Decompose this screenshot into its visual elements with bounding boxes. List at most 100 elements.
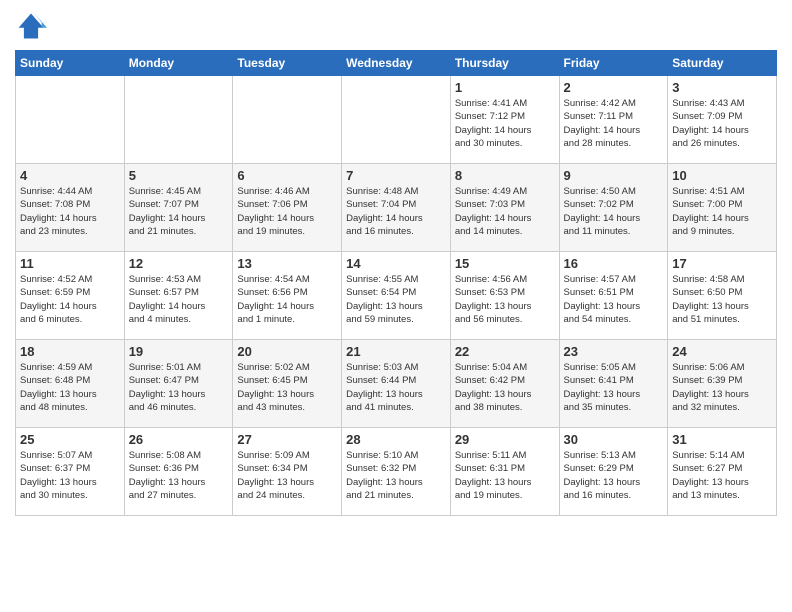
day-info: Sunrise: 4:41 AM Sunset: 7:12 PM Dayligh…: [455, 97, 555, 150]
day-number: 12: [129, 256, 229, 271]
day-info: Sunrise: 5:04 AM Sunset: 6:42 PM Dayligh…: [455, 361, 555, 414]
calendar-cell: 6 Sunrise: 4:46 AM Sunset: 7:06 PM Daylig…: [233, 164, 342, 252]
day-info: Sunrise: 5:13 AM Sunset: 6:29 PM Dayligh…: [564, 449, 664, 502]
day-info: Sunrise: 4:54 AM Sunset: 6:56 PM Dayligh…: [237, 273, 337, 326]
calendar-cell: 17 Sunrise: 4:58 AM Sunset: 6:50 PM Dayli…: [668, 252, 777, 340]
day-number: 24: [672, 344, 772, 359]
calendar-cell: 28Sunrise: 5:10 AM Sunset: 6:32 PM Dayli…: [342, 428, 451, 516]
day-info: Sunrise: 4:57 AM Sunset: 6:51 PM Dayligh…: [564, 273, 664, 326]
calendar-cell: 3 Sunrise: 4:43 AM Sunset: 7:09 PM Daylig…: [668, 76, 777, 164]
day-info: Sunrise: 4:45 AM Sunset: 7:07 PM Dayligh…: [129, 185, 229, 238]
weekday-header: Sunday: [16, 51, 125, 76]
day-info: Sunrise: 4:48 AM Sunset: 7:04 PM Dayligh…: [346, 185, 446, 238]
calendar-cell: 9 Sunrise: 4:50 AM Sunset: 7:02 PM Daylig…: [559, 164, 668, 252]
day-info: Sunrise: 4:59 AM Sunset: 6:48 PM Dayligh…: [20, 361, 120, 414]
day-info: Sunrise: 4:50 AM Sunset: 7:02 PM Dayligh…: [564, 185, 664, 238]
day-number: 29: [455, 432, 555, 447]
day-info: Sunrise: 4:46 AM Sunset: 7:06 PM Dayligh…: [237, 185, 337, 238]
calendar-cell: [233, 76, 342, 164]
logo-icon: [15, 10, 47, 42]
calendar-week-row: 25 Sunrise: 5:07 AM Sunset: 6:37 PM Dayli…: [16, 428, 777, 516]
calendar-cell: 12 Sunrise: 4:53 AM Sunset: 6:57 PM Dayli…: [124, 252, 233, 340]
calendar-table: SundayMondayTuesdayWednesdayThursdayFrid…: [15, 50, 777, 516]
calendar-cell: 20 Sunrise: 5:02 AM Sunset: 6:45 PM Dayli…: [233, 340, 342, 428]
calendar-cell: 14 Sunrise: 4:55 AM Sunset: 6:54 PM Dayli…: [342, 252, 451, 340]
weekday-header-row: SundayMondayTuesdayWednesdayThursdayFrid…: [16, 51, 777, 76]
day-info: Sunrise: 5:01 AM Sunset: 6:47 PM Dayligh…: [129, 361, 229, 414]
calendar-cell: 11Sunrise: 4:52 AM Sunset: 6:59 PM Dayli…: [16, 252, 125, 340]
day-info: Sunrise: 5:08 AM Sunset: 6:36 PM Dayligh…: [129, 449, 229, 502]
day-info: Sunrise: 4:56 AM Sunset: 6:53 PM Dayligh…: [455, 273, 555, 326]
calendar-cell: 29Sunrise: 5:11 AM Sunset: 6:31 PM Dayli…: [450, 428, 559, 516]
calendar-cell: 22Sunrise: 5:04 AM Sunset: 6:42 PM Dayli…: [450, 340, 559, 428]
calendar-cell: 4 Sunrise: 4:44 AM Sunset: 7:08 PM Daylig…: [16, 164, 125, 252]
calendar-cell: 10Sunrise: 4:51 AM Sunset: 7:00 PM Dayli…: [668, 164, 777, 252]
day-info: Sunrise: 5:06 AM Sunset: 6:39 PM Dayligh…: [672, 361, 772, 414]
day-number: 1: [455, 80, 555, 95]
day-number: 6: [237, 168, 337, 183]
day-info: Sunrise: 5:02 AM Sunset: 6:45 PM Dayligh…: [237, 361, 337, 414]
day-number: 21: [346, 344, 446, 359]
calendar-cell: [16, 76, 125, 164]
day-number: 3: [672, 80, 772, 95]
calendar-cell: 26Sunrise: 5:08 AM Sunset: 6:36 PM Dayli…: [124, 428, 233, 516]
day-info: Sunrise: 4:44 AM Sunset: 7:08 PM Dayligh…: [20, 185, 120, 238]
day-info: Sunrise: 4:42 AM Sunset: 7:11 PM Dayligh…: [564, 97, 664, 150]
calendar-cell: 27 Sunrise: 5:09 AM Sunset: 6:34 PM Dayli…: [233, 428, 342, 516]
calendar-cell: 31 Sunrise: 5:14 AM Sunset: 6:27 PM Dayli…: [668, 428, 777, 516]
day-info: Sunrise: 5:09 AM Sunset: 6:34 PM Dayligh…: [237, 449, 337, 502]
weekday-header: Thursday: [450, 51, 559, 76]
day-info: Sunrise: 4:43 AM Sunset: 7:09 PM Dayligh…: [672, 97, 772, 150]
calendar-cell: 18 Sunrise: 4:59 AM Sunset: 6:48 PM Dayli…: [16, 340, 125, 428]
day-number: 25: [20, 432, 120, 447]
day-info: Sunrise: 5:03 AM Sunset: 6:44 PM Dayligh…: [346, 361, 446, 414]
day-info: Sunrise: 5:07 AM Sunset: 6:37 PM Dayligh…: [20, 449, 120, 502]
calendar-cell: 16Sunrise: 4:57 AM Sunset: 6:51 PM Dayli…: [559, 252, 668, 340]
logo: [15, 10, 51, 42]
day-info: Sunrise: 4:58 AM Sunset: 6:50 PM Dayligh…: [672, 273, 772, 326]
calendar-week-row: 1 Sunrise: 4:41 AM Sunset: 7:12 PM Daylig…: [16, 76, 777, 164]
calendar-cell: 21 Sunrise: 5:03 AM Sunset: 6:44 PM Dayli…: [342, 340, 451, 428]
weekday-header: Tuesday: [233, 51, 342, 76]
day-number: 9: [564, 168, 664, 183]
day-number: 27: [237, 432, 337, 447]
calendar-cell: 23 Sunrise: 5:05 AM Sunset: 6:41 PM Dayli…: [559, 340, 668, 428]
calendar-cell: 1 Sunrise: 4:41 AM Sunset: 7:12 PM Daylig…: [450, 76, 559, 164]
calendar-week-row: 4 Sunrise: 4:44 AM Sunset: 7:08 PM Daylig…: [16, 164, 777, 252]
weekday-header: Wednesday: [342, 51, 451, 76]
calendar-cell: 13 Sunrise: 4:54 AM Sunset: 6:56 PM Dayli…: [233, 252, 342, 340]
day-info: Sunrise: 4:55 AM Sunset: 6:54 PM Dayligh…: [346, 273, 446, 326]
day-number: 18: [20, 344, 120, 359]
day-number: 23: [564, 344, 664, 359]
day-number: 31: [672, 432, 772, 447]
day-number: 7: [346, 168, 446, 183]
weekday-header: Monday: [124, 51, 233, 76]
calendar-cell: 8Sunrise: 4:49 AM Sunset: 7:03 PM Daylig…: [450, 164, 559, 252]
calendar-cell: 25 Sunrise: 5:07 AM Sunset: 6:37 PM Dayli…: [16, 428, 125, 516]
day-number: 4: [20, 168, 120, 183]
day-number: 19: [129, 344, 229, 359]
day-number: 20: [237, 344, 337, 359]
day-info: Sunrise: 4:52 AM Sunset: 6:59 PM Dayligh…: [20, 273, 120, 326]
day-number: 8: [455, 168, 555, 183]
calendar-cell: 19 Sunrise: 5:01 AM Sunset: 6:47 PM Dayli…: [124, 340, 233, 428]
calendar-week-row: 18 Sunrise: 4:59 AM Sunset: 6:48 PM Dayli…: [16, 340, 777, 428]
day-info: Sunrise: 5:10 AM Sunset: 6:32 PM Dayligh…: [346, 449, 446, 502]
day-number: 17: [672, 256, 772, 271]
calendar-cell: 7 Sunrise: 4:48 AM Sunset: 7:04 PM Daylig…: [342, 164, 451, 252]
day-number: 13: [237, 256, 337, 271]
calendar-cell: 5Sunrise: 4:45 AM Sunset: 7:07 PM Daylig…: [124, 164, 233, 252]
day-number: 14: [346, 256, 446, 271]
day-info: Sunrise: 5:14 AM Sunset: 6:27 PM Dayligh…: [672, 449, 772, 502]
day-number: 30: [564, 432, 664, 447]
calendar-cell: 30 Sunrise: 5:13 AM Sunset: 6:29 PM Dayli…: [559, 428, 668, 516]
weekday-header: Saturday: [668, 51, 777, 76]
day-info: Sunrise: 5:05 AM Sunset: 6:41 PM Dayligh…: [564, 361, 664, 414]
day-info: Sunrise: 4:53 AM Sunset: 6:57 PM Dayligh…: [129, 273, 229, 326]
page-header: [15, 10, 777, 42]
day-number: 10: [672, 168, 772, 183]
calendar-cell: 15Sunrise: 4:56 AM Sunset: 6:53 PM Dayli…: [450, 252, 559, 340]
calendar-cell: 24 Sunrise: 5:06 AM Sunset: 6:39 PM Dayli…: [668, 340, 777, 428]
weekday-header: Friday: [559, 51, 668, 76]
calendar-cell: [342, 76, 451, 164]
